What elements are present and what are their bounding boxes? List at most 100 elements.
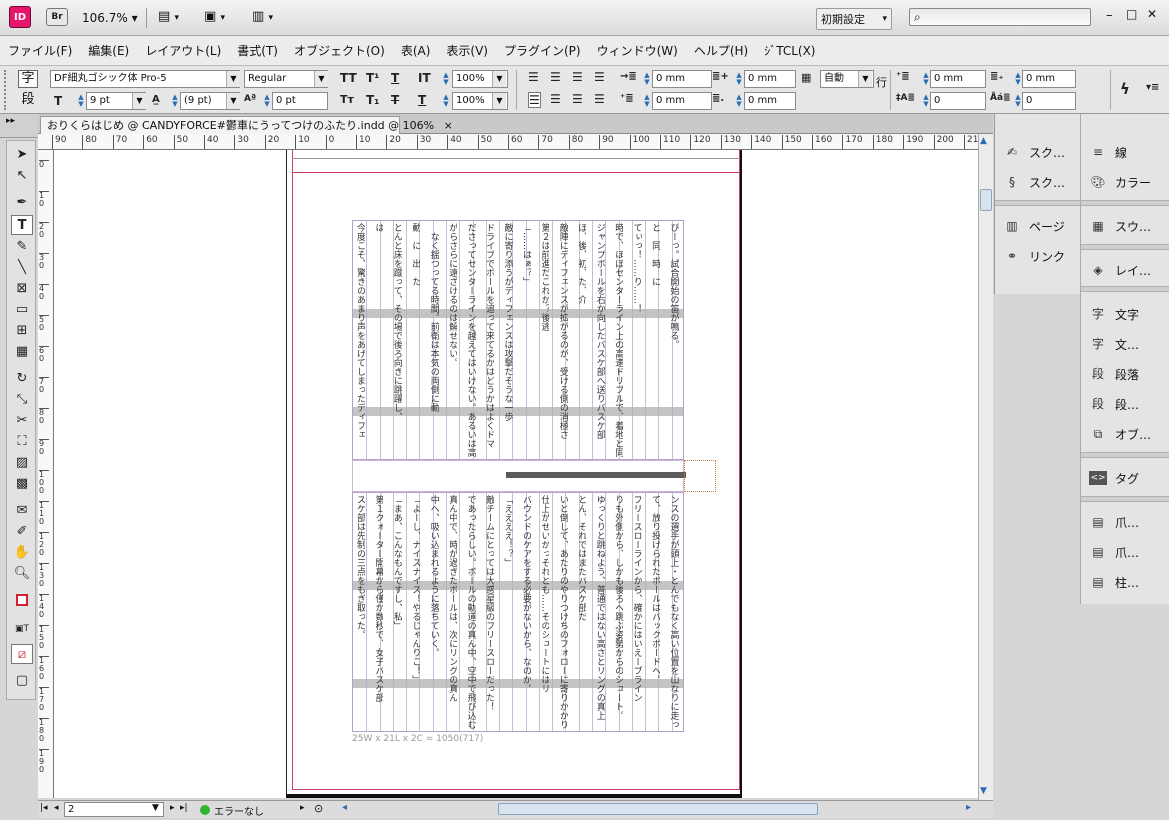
leading-stepper[interactable]: ▲ ▼: [171, 94, 179, 108]
workspace-switcher[interactable]: 初期設定 ▾: [816, 8, 892, 30]
font-size-stepper[interactable]: ▲ ▼: [77, 94, 85, 108]
toolbox-header[interactable]: ▸▸: [0, 114, 38, 138]
align-left-icon[interactable]: ☰: [528, 70, 539, 84]
next-page-icon[interactable]: ▸: [170, 803, 175, 813]
panel-grid-format[interactable]: ▤ 爪…: [1089, 510, 1139, 534]
panel-grip[interactable]: [4, 70, 8, 110]
zoom-tool-icon[interactable]: 🔍︎: [11, 564, 33, 584]
panel-character-styles[interactable]: 字文…: [1089, 332, 1139, 356]
menu-plugins[interactable]: プラグイン(P): [504, 42, 581, 59]
panel-links[interactable]: ⚭ リンク: [1003, 244, 1065, 268]
panel-paragraph[interactable]: 段段落: [1089, 362, 1139, 386]
page-number-field[interactable]: 2: [64, 802, 164, 817]
gradient-tool-icon[interactable]: ▨: [11, 453, 33, 473]
dropcap-chars-field[interactable]: 0: [1022, 92, 1076, 110]
formatting-container-icon[interactable]: ▣T: [11, 619, 33, 639]
tracking-stepper[interactable]: ▲ ▼: [263, 94, 271, 108]
chevron-down-icon[interactable]: ▼: [226, 71, 240, 87]
scroll-thumb[interactable]: [980, 189, 992, 211]
first-page-icon[interactable]: |◂: [40, 803, 48, 813]
quick-apply-icon[interactable]: ϟ: [1120, 80, 1130, 98]
hand-tool-icon[interactable]: ✋: [11, 543, 33, 563]
all-caps-icon[interactable]: TT: [340, 71, 357, 85]
justify-right-icon[interactable]: ☰: [572, 92, 583, 106]
justify-center-icon[interactable]: ☰: [550, 92, 561, 106]
first-line-indent-field[interactable]: 0 mm: [652, 92, 712, 110]
scroll-left-icon[interactable]: ◂: [342, 802, 347, 813]
chevron-down-icon[interactable]: ▼: [226, 93, 240, 109]
right-indent-stepper[interactable]: ▲ ▼: [735, 72, 743, 86]
align-towards-spine-icon[interactable]: ☰: [594, 70, 605, 84]
panel-paragraph-styles[interactable]: 段段…: [1089, 392, 1139, 416]
superscript-icon[interactable]: T¹: [366, 71, 379, 85]
last-line-indent-stepper[interactable]: ▲ ▼: [735, 94, 743, 108]
preflight-menu-icon[interactable]: ▸: [300, 803, 305, 813]
panel-layers[interactable]: ◈ レイ…: [1089, 258, 1151, 282]
menu-type[interactable]: 書式(T): [237, 42, 278, 59]
chevron-down-icon[interactable]: ▼: [314, 71, 328, 87]
vertical-scrollbar[interactable]: ▲ ▼: [978, 134, 993, 800]
strikethrough-icon[interactable]: T: [391, 93, 399, 107]
subscript-icon[interactable]: T₁: [366, 93, 379, 107]
pen-tool-icon[interactable]: ✒: [11, 193, 33, 213]
menu-object[interactable]: オブジェクト(O): [294, 42, 385, 59]
chevron-down-icon[interactable]: ▼: [858, 71, 872, 87]
vertical-scale-stepper[interactable]: ▲ ▼: [442, 72, 450, 86]
minimize-button[interactable]: –: [1106, 8, 1113, 23]
fill-stroke-icon[interactable]: [11, 593, 33, 613]
grid-tool-icon[interactable]: ▦: [11, 342, 33, 362]
menu-table[interactable]: 表(A): [401, 42, 431, 59]
space-after-stepper[interactable]: ▲ ▼: [1014, 72, 1022, 86]
free-transform-tool-icon[interactable]: ⛶: [11, 432, 33, 452]
right-indent-field[interactable]: 0 mm: [744, 70, 796, 88]
horizontal-scale-stepper[interactable]: ▲ ▼: [442, 94, 450, 108]
frame-grid-lower[interactable]: ンスの選手が頭上・とんでもなく高い位置を山なりに走っ て、放り投げられたボールはバ…: [352, 492, 684, 732]
panel-script-label[interactable]: § スク…: [1003, 170, 1065, 194]
dropcap-lines-stepper[interactable]: ▲ ▼: [922, 94, 930, 108]
dropcap-chars-stepper[interactable]: ▲ ▼: [1014, 94, 1022, 108]
scissors-tool-icon[interactable]: ✂: [11, 411, 33, 431]
line-tool-icon[interactable]: ╲: [11, 258, 33, 278]
panel-color[interactable]: 🎨︎ カラー: [1089, 170, 1151, 194]
screen-mode-tool-icon[interactable]: ▢: [11, 671, 33, 691]
menu-edit[interactable]: 編集(E): [88, 42, 129, 59]
panel-stroke[interactable]: ≡ 線: [1089, 140, 1127, 164]
menu-layout[interactable]: レイアウト(L): [145, 42, 221, 59]
left-indent-field[interactable]: 0 mm: [652, 70, 712, 88]
panel-character[interactable]: 字文字: [1089, 302, 1139, 326]
align-right-icon[interactable]: ☰: [572, 70, 583, 84]
note-tool-icon[interactable]: ✉: [11, 501, 33, 521]
chevron-down-icon[interactable]: ▼: [492, 71, 506, 87]
last-page-icon[interactable]: ▸|: [180, 803, 188, 813]
direct-selection-tool-icon[interactable]: ↖: [11, 166, 33, 186]
rectangle-tool-icon[interactable]: ▭: [11, 300, 33, 320]
space-before-stepper[interactable]: ▲ ▼: [922, 72, 930, 86]
table-tool-icon[interactable]: ⊞: [11, 321, 33, 341]
tracking-field[interactable]: 0 pt: [272, 92, 328, 110]
eyedropper-tool-icon[interactable]: ✐: [11, 522, 33, 542]
rotate-tool-icon[interactable]: ↻: [11, 369, 33, 389]
vertical-ruler[interactable]: 0 10 20 30 40 50 60 70 80 90 100 110 120 130 140 150 160…: [38, 150, 54, 798]
panel-swatches[interactable]: ▦ スウ…: [1089, 214, 1151, 238]
scroll-right-icon[interactable]: ▸: [966, 802, 971, 813]
type-tool-icon[interactable]: T: [11, 215, 33, 235]
panel-menu-icon[interactable]: ▾≡: [1146, 82, 1159, 93]
panel-grid-format-2[interactable]: ▤ 爪…: [1089, 540, 1139, 564]
menu-file[interactable]: ファイル(F): [8, 42, 72, 59]
rectangle-frame-tool-icon[interactable]: ⊠: [11, 279, 33, 299]
scroll-up-icon[interactable]: ▲: [980, 136, 987, 146]
bridge-button[interactable]: Br: [46, 8, 68, 26]
panel-column[interactable]: ▤ 柱…: [1089, 570, 1139, 594]
scroll-down-icon[interactable]: ▼: [980, 786, 987, 796]
panel-pages[interactable]: ▥ ページ: [1003, 214, 1064, 238]
last-line-indent-field[interactable]: 0 mm: [744, 92, 796, 110]
space-after-field[interactable]: 0 mm: [1022, 70, 1076, 88]
paragraph-mode-button[interactable]: 段: [18, 92, 38, 110]
previous-page-icon[interactable]: ◂: [54, 803, 59, 813]
screen-mode-button[interactable]: ▣ ▾: [204, 9, 225, 24]
scale-tool-icon[interactable]: ⤡: [11, 390, 33, 410]
first-line-indent-stepper[interactable]: ▲ ▼: [643, 94, 651, 108]
apply-none-icon[interactable]: ⧄: [11, 644, 33, 664]
horizontal-scroll-thumb[interactable]: [498, 803, 818, 815]
indesign-logo[interactable]: ID: [9, 6, 31, 28]
